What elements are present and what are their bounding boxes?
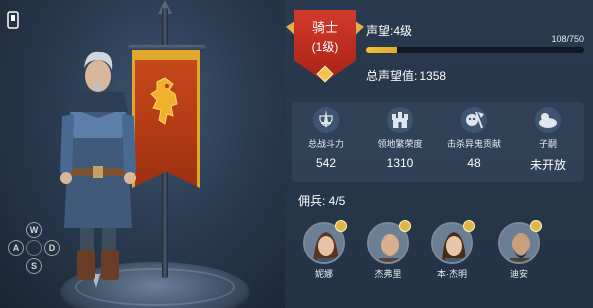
phone-icon[interactable] — [6, 10, 20, 30]
mercenary-rank-badge-icon — [399, 220, 411, 232]
dpad-center[interactable] — [26, 240, 42, 256]
prestige-level-label: 声望:4级 — [366, 24, 413, 38]
prestige-progress-fill — [366, 47, 398, 53]
mercenary-count: 佣兵: 4/5 — [298, 194, 346, 208]
stat-label: 总战斗力 — [307, 139, 344, 149]
stat-territory-prosperity[interactable]: 领地繁荣度 1310 — [365, 106, 435, 170]
stat-value: 48 — [467, 156, 481, 170]
stat-value: 1310 — [386, 156, 414, 170]
mercenary-name: 杰弗里 — [374, 269, 402, 279]
stat-label: 子嗣 — [538, 139, 557, 149]
stat-total-power[interactable]: 总战斗力 542 — [291, 106, 361, 170]
mercenary-rank-badge-icon — [335, 220, 347, 232]
mercenary-slot[interactable]: 本·杰明 — [421, 220, 483, 280]
dpad-w-key[interactable]: W — [26, 222, 42, 238]
stat-value: 未开放 — [529, 158, 566, 172]
mercenary-rank-badge-icon — [463, 220, 475, 232]
stat-offspring[interactable]: 子嗣 未开放 — [513, 106, 583, 173]
mercenary-rank-badge-icon — [530, 220, 542, 232]
dpad-a-key[interactable]: A — [8, 240, 24, 256]
stat-label: 领地繁荣度 — [377, 139, 423, 149]
baby-icon — [535, 107, 561, 133]
mercenary-name: 本·杰明 — [437, 269, 467, 279]
demon-axe-icon — [461, 107, 487, 133]
mercenary-name: 妮娜 — [314, 269, 333, 279]
total-prestige: 总声望值: 1358 — [366, 67, 446, 84]
stat-label: 击杀异鬼贡献 — [446, 139, 501, 149]
rank-name: 骑士 — [311, 20, 338, 35]
stat-kill-contribution[interactable]: 击杀异鬼贡献 48 — [439, 106, 509, 170]
sword-shield-icon — [313, 107, 339, 133]
dpad-s-key[interactable]: S — [26, 258, 42, 274]
dpad-d-key[interactable]: D — [44, 240, 60, 256]
mercenary-name: 迪安 — [509, 269, 528, 279]
prestige-progress-text: 108/750 — [551, 34, 584, 44]
total-prestige-label: 总声望值: — [366, 69, 418, 83]
total-prestige-value: 1358 — [419, 69, 447, 83]
prestige-progress-bar — [366, 47, 584, 53]
character-scene: W A D S — [0, 0, 285, 308]
mercenary-slot[interactable]: 妮娜 — [293, 220, 355, 280]
mercenary-slot[interactable]: 杰弗里 — [357, 220, 419, 280]
stat-value: 542 — [315, 156, 337, 170]
castle-icon — [387, 107, 413, 133]
movement-dpad[interactable]: W A D S — [6, 222, 62, 278]
rank-level: (1级) — [311, 40, 339, 54]
mercenary-slot[interactable]: 迪安 — [488, 220, 550, 280]
